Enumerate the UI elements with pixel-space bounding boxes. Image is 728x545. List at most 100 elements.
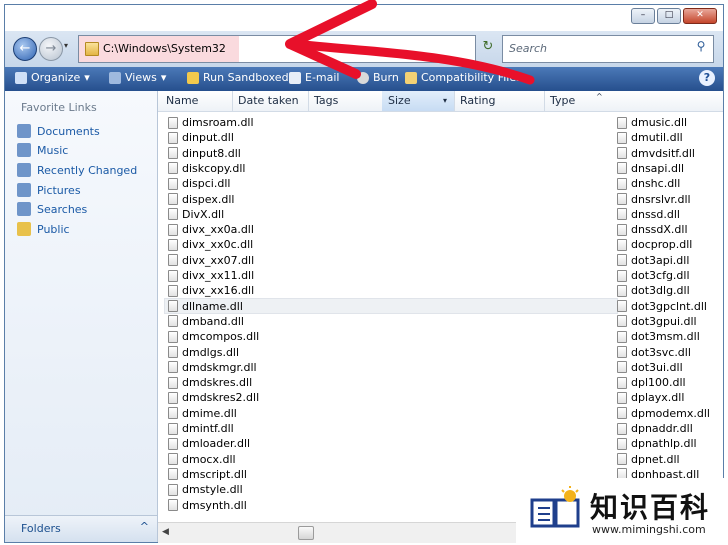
- column-separator[interactable]: [232, 91, 233, 111]
- forward-button[interactable]: →: [39, 37, 63, 61]
- burn-icon: [357, 71, 369, 84]
- file-item[interactable]: divx_xx11.dll: [168, 268, 254, 283]
- file-item[interactable]: dmscript.dll: [168, 467, 247, 482]
- file-item[interactable]: dot3svc.dll: [617, 345, 691, 360]
- file-item[interactable]: dot3cfg.dll: [617, 268, 690, 283]
- search-input[interactable]: Search ⚲: [502, 35, 714, 63]
- file-item[interactable]: dmutil.dll: [617, 130, 683, 145]
- nav-link-music[interactable]: Music: [17, 143, 68, 157]
- column-header-name[interactable]: Name: [166, 94, 198, 107]
- file-item[interactable]: dpnet.dll: [617, 452, 680, 467]
- file-item[interactable]: diskcopy.dll: [168, 161, 245, 176]
- chevron-down-icon[interactable]: ▾: [443, 96, 447, 105]
- file-item[interactable]: dot3dlg.dll: [617, 283, 690, 298]
- search-icon[interactable]: ⚲: [693, 39, 709, 55]
- file-item[interactable]: dot3gpui.dll: [617, 314, 697, 329]
- file-item[interactable]: dinput8.dll: [168, 146, 241, 161]
- file-item[interactable]: dot3ui.dll: [617, 360, 683, 375]
- file-item[interactable]: dmstyle.dll: [168, 482, 243, 497]
- nav-link-recently-changed[interactable]: Recently Changed: [17, 163, 137, 177]
- address-row: ← → ▾ C:\Windows\System32 ↻ Search ⚲: [5, 31, 723, 67]
- file-item[interactable]: dmcompos.dll: [168, 329, 259, 344]
- help-icon[interactable]: ?: [699, 70, 715, 86]
- scrollbar-thumb[interactable]: [298, 526, 314, 540]
- folders-toggle[interactable]: Folders ^: [5, 515, 157, 542]
- file-item[interactable]: dpmodemx.dll: [617, 406, 710, 421]
- file-item[interactable]: dispex.dll: [168, 192, 234, 207]
- dll-file-icon: [168, 177, 178, 190]
- file-item[interactable]: dmsynth.dll: [168, 498, 247, 513]
- column-header-type[interactable]: Type: [550, 94, 575, 107]
- file-item[interactable]: dispci.dll: [168, 176, 230, 191]
- file-item[interactable]: dmdskres2.dll: [168, 390, 259, 405]
- file-name: dllname.dll: [182, 299, 243, 313]
- dll-file-icon: [617, 315, 627, 328]
- dll-file-icon: [617, 422, 627, 435]
- toolbar-compatibility-files[interactable]: Compatibility Files: [405, 71, 522, 84]
- nav-link-label: Public: [37, 222, 70, 236]
- nav-link-searches[interactable]: Searches: [17, 202, 87, 216]
- close-button[interactable]: ✕: [683, 8, 717, 24]
- file-item[interactable]: dmusic.dll: [617, 115, 687, 130]
- file-item[interactable]: dmloader.dll: [168, 436, 250, 451]
- file-item[interactable]: dpnaddr.dll: [617, 421, 693, 436]
- back-arrow-icon: ←: [19, 41, 31, 56]
- column-separator[interactable]: [308, 91, 309, 111]
- column-header-date-taken[interactable]: Date taken: [238, 94, 299, 107]
- file-item[interactable]: dpnathlp.dll: [617, 436, 697, 451]
- file-item[interactable]: dinput.dll: [168, 130, 234, 145]
- scroll-left-arrow-icon[interactable]: ◀: [162, 527, 169, 537]
- toolbar-burn[interactable]: Burn: [357, 71, 399, 84]
- file-item[interactable]: divx_xx16.dll: [168, 283, 254, 298]
- nav-link-public[interactable]: Public: [17, 222, 70, 236]
- refresh-icon[interactable]: ↻: [479, 39, 497, 57]
- file-item[interactable]: dot3msm.dll: [617, 329, 700, 344]
- file-item[interactable]: docprop.dll: [617, 237, 692, 252]
- file-item[interactable]: dnssd.dll: [617, 207, 680, 222]
- dll-file-icon: [617, 208, 627, 221]
- column-separator[interactable]: [454, 91, 455, 111]
- file-item[interactable]: dmdlgs.dll: [168, 345, 239, 360]
- file-item[interactable]: dnsapi.dll: [617, 161, 684, 176]
- file-item[interactable]: dmdskmgr.dll: [168, 360, 257, 375]
- file-item[interactable]: dnshc.dll: [617, 176, 680, 191]
- column-header-tags[interactable]: Tags: [314, 94, 338, 107]
- nav-link-documents[interactable]: Documents: [17, 124, 100, 138]
- nav-link-pictures[interactable]: Pictures: [17, 183, 81, 197]
- toolbar-organize[interactable]: Organize ▾: [15, 71, 90, 84]
- file-item[interactable]: dmime.dll: [168, 406, 237, 421]
- file-item[interactable]: dplayx.dll: [617, 390, 684, 405]
- file-item[interactable]: DivX.dll: [168, 207, 224, 222]
- address-field[interactable]: C:\Windows\System32: [78, 35, 476, 63]
- dll-file-icon: [617, 391, 627, 404]
- file-item[interactable]: dmdskres.dll: [168, 375, 252, 390]
- file-item[interactable]: dnssdX.dll: [617, 222, 688, 237]
- file-item[interactable]: dmvdsitf.dll: [617, 146, 695, 161]
- file-item[interactable]: divx_xx0a.dll: [168, 222, 254, 237]
- file-item[interactable]: dot3api.dll: [617, 253, 689, 268]
- minimize-button[interactable]: –: [631, 8, 655, 24]
- file-name: dpmodemx.dll: [631, 406, 710, 420]
- file-item[interactable]: dmocx.dll: [168, 452, 236, 467]
- file-name: dinput8.dll: [182, 146, 241, 160]
- file-item[interactable]: dot3gpclnt.dll: [617, 299, 707, 314]
- dll-file-icon: [168, 391, 178, 404]
- toolbar-run-sandboxed[interactable]: Run Sandboxed: [187, 71, 289, 84]
- toolbar-views[interactable]: Views ▾: [109, 71, 166, 84]
- file-item[interactable]: dllname.dll: [168, 299, 243, 314]
- column-header-rating[interactable]: Rating: [460, 94, 495, 107]
- file-item[interactable]: dmband.dll: [168, 314, 244, 329]
- file-item[interactable]: divx_xx0c.dll: [168, 237, 253, 252]
- recent-pages-dropdown[interactable]: ▾: [64, 41, 68, 50]
- file-item[interactable]: dpl100.dll: [617, 375, 686, 390]
- column-separator[interactable]: [544, 91, 545, 111]
- maximize-button[interactable]: □: [657, 8, 681, 24]
- file-item[interactable]: dnsrslvr.dll: [617, 192, 691, 207]
- file-item[interactable]: divx_xx07.dll: [168, 253, 254, 268]
- back-button[interactable]: ←: [13, 37, 37, 61]
- toolbar-email[interactable]: E-mail: [289, 71, 340, 84]
- column-header-size[interactable]: Size: [388, 94, 411, 107]
- file-name: divx_xx0a.dll: [182, 223, 254, 237]
- file-item[interactable]: dmintf.dll: [168, 421, 234, 436]
- file-item[interactable]: dimsroam.dll: [168, 115, 254, 130]
